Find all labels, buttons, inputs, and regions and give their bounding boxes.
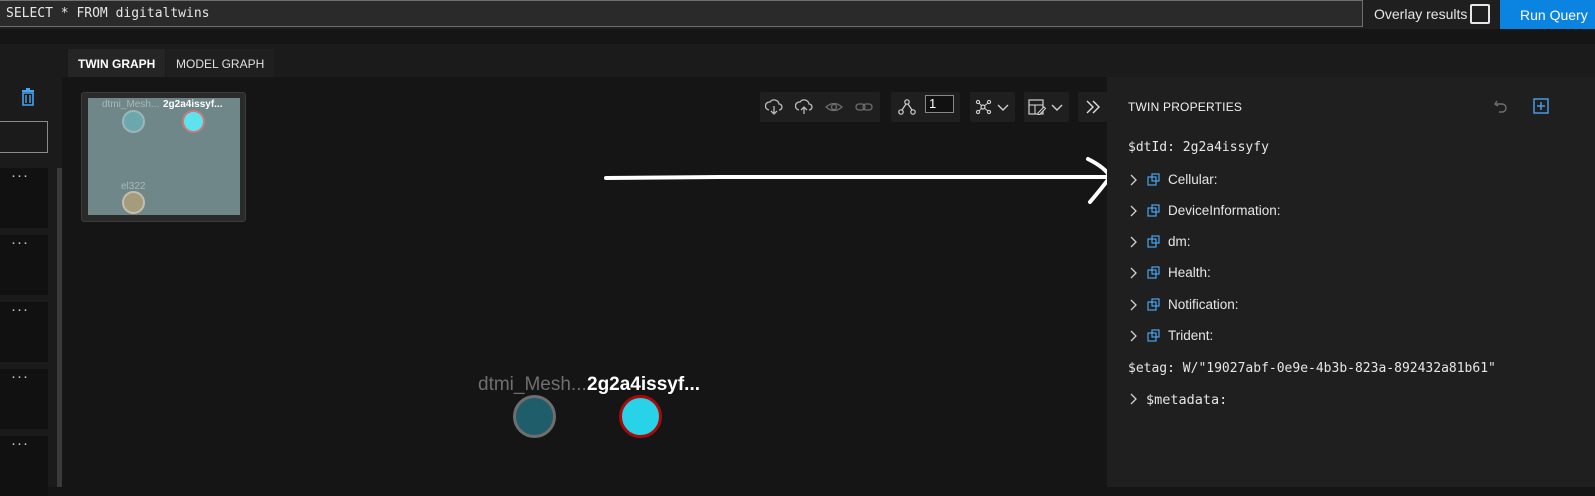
dtid-row: $dtId: 2g2a4issyfy (1128, 140, 1269, 155)
edit-layout-icon (1028, 99, 1046, 115)
overlay-results-checkbox[interactable] (1470, 4, 1490, 24)
more-options-icon[interactable]: ··· (11, 167, 29, 184)
chevron-right-icon[interactable] (1128, 393, 1140, 405)
component-label: Notification: (1168, 297, 1239, 312)
run-query-button[interactable]: Run Query (1500, 0, 1595, 29)
etag-row: $etag: W/"19027abf-0e9e-4b3b-823a-892432… (1128, 361, 1496, 376)
component-label: DeviceInformation: (1168, 203, 1281, 218)
minimap-node-label: 2g2a4issyf... (163, 99, 223, 110)
more-options-icon[interactable]: ··· (11, 368, 29, 385)
cloud-download-icon[interactable] (765, 99, 783, 115)
cloud-upload-icon[interactable] (795, 99, 813, 115)
model-list-item[interactable]: ··· (0, 368, 48, 429)
annotation-arrow-icon (718, 157, 1113, 204)
graph-toolbar (760, 92, 880, 122)
model-list-item[interactable]: ··· (0, 435, 48, 496)
node-label: dtmi_Mesh... (478, 374, 587, 395)
component-label: Health: (1168, 265, 1211, 280)
component-label: dm: (1168, 234, 1191, 249)
node-label: 2g2a4issyf... (587, 374, 701, 395)
style-dropdown[interactable] (1024, 92, 1069, 122)
expand-hops-input[interactable]: 1 (925, 95, 954, 113)
tab-bar (62, 44, 1595, 77)
component-icon (1147, 298, 1160, 311)
etag-key: $etag: (1128, 361, 1175, 376)
model-filter-input[interactable] (0, 121, 48, 153)
component-icon (1147, 173, 1160, 186)
twin-node[interactable] (513, 395, 556, 438)
more-options-icon[interactable]: ··· (11, 301, 29, 318)
chevron-right-icon[interactable] (1128, 174, 1140, 186)
chevron-right-icon[interactable] (1128, 236, 1140, 248)
query-input[interactable]: SELECT * FROM digitaltwins (0, 0, 1363, 27)
component-label: Trident: (1168, 328, 1214, 343)
chevron-down-icon (997, 104, 1009, 111)
eye-icon[interactable] (825, 99, 843, 115)
component-icon (1147, 204, 1160, 217)
component-icon (1147, 329, 1160, 342)
dtid-value: 2g2a4issyfy (1182, 140, 1269, 155)
chevron-right-icon[interactable] (1128, 330, 1140, 342)
minimap-viewport[interactable] (88, 98, 240, 215)
double-chevron-right-icon (1086, 100, 1100, 114)
etag-value: W/"19027abf-0e9e-4b3b-823a-892432a81b61" (1182, 361, 1496, 376)
chevron-right-icon[interactable] (1128, 267, 1140, 279)
model-list-item[interactable]: ··· (0, 234, 48, 295)
metadata-label: $metadata: (1146, 392, 1228, 408)
minimap-node (122, 191, 145, 214)
collapse-panel-button[interactable] (1078, 92, 1107, 122)
component-icon (1147, 266, 1160, 279)
component-label: Cellular: (1168, 172, 1218, 187)
model-list-item[interactable]: ··· (0, 167, 48, 228)
minimap-node (182, 110, 205, 133)
dtid-key: $dtId: (1128, 140, 1175, 155)
undo-icon[interactable] (1492, 97, 1510, 115)
trash-icon[interactable] (20, 88, 36, 106)
tab-model-graph[interactable]: MODEL GRAPH (166, 49, 275, 77)
minimap-node-label: dtmi_Mesh... (102, 99, 160, 110)
model-list-item[interactable]: ··· (0, 301, 48, 362)
component-icon (1147, 235, 1160, 248)
chevron-down-icon (1051, 104, 1063, 111)
graph-layout-icon (975, 99, 992, 115)
minimap-node (122, 110, 145, 133)
twin-properties-panel (1107, 77, 1595, 487)
more-options-icon[interactable]: ··· (11, 435, 29, 452)
chevron-right-icon[interactable] (1128, 299, 1140, 311)
chevron-right-icon[interactable] (1128, 205, 1140, 217)
annotation-arrow-line (604, 175, 720, 180)
layout-dropdown[interactable] (970, 92, 1015, 122)
panel-title: TWIN PROPERTIES (1128, 100, 1243, 114)
overlay-results-label: Overlay results (1374, 6, 1468, 22)
link-icon[interactable] (855, 99, 873, 115)
expand-tree-icon[interactable] (898, 99, 916, 115)
tab-twin-graph[interactable]: TWIN GRAPH (68, 49, 166, 77)
more-options-icon[interactable]: ··· (11, 234, 29, 251)
expand-all-icon[interactable] (1532, 97, 1550, 115)
twin-node-selected[interactable] (619, 395, 662, 438)
